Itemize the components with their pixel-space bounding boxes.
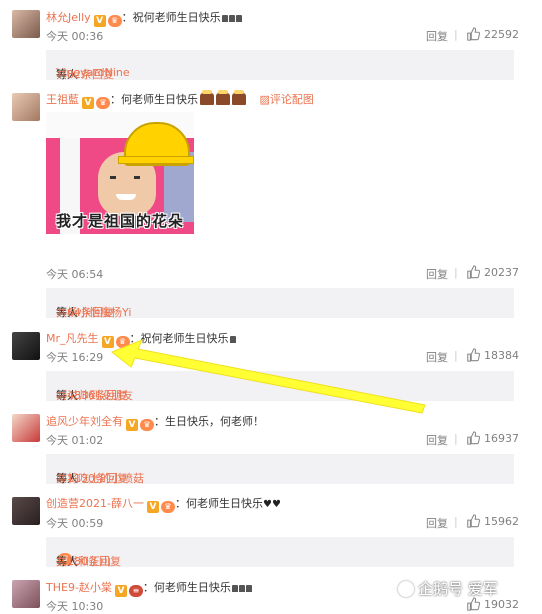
penguin-logo-icon	[398, 581, 414, 597]
watermark: 企鹅号 爱军	[398, 578, 498, 599]
annotation-arrow	[111, 339, 426, 414]
